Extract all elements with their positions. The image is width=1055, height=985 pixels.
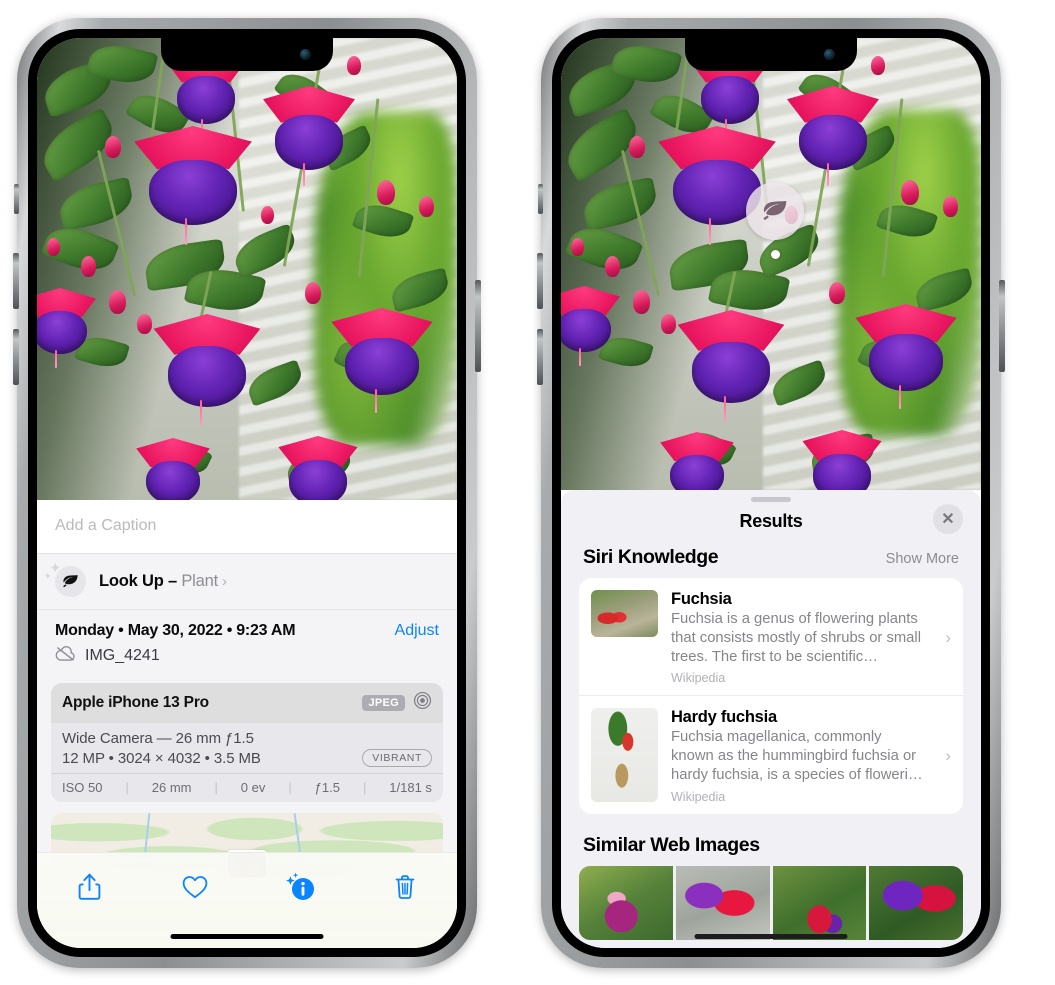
home-indicator[interactable] (170, 934, 324, 939)
similar-image-thumb[interactable] (579, 865, 673, 940)
adjust-button[interactable]: Adjust (395, 622, 439, 640)
camera-header-right: JPEG (362, 691, 432, 715)
results-header: Results ✕ (561, 502, 981, 546)
specs-row: 12 MP • 3024 × 4032 • 3.5 MB VIBRANT (62, 749, 432, 767)
fuchsia-plant (561, 38, 981, 490)
exif-divider: | (288, 780, 292, 795)
info-button[interactable] (272, 867, 328, 907)
knowledge-source: Wikipedia (671, 789, 726, 804)
section-title-similar-web-images: Similar Web Images (583, 833, 760, 856)
delete-button[interactable] (377, 867, 433, 907)
exif-divider: | (214, 780, 218, 795)
exif-shutter: 1/181 s (389, 780, 432, 795)
chevron-right-icon: › (221, 573, 227, 590)
camera-model: Apple iPhone 13 Pro (62, 694, 209, 711)
knowledge-card[interactable]: Hardy fuchsia Fuchsia magellanica, commo… (579, 695, 963, 813)
chevron-right-icon: › (945, 627, 951, 647)
exif-exposure: 0 ev (240, 780, 266, 795)
caption-input[interactable]: Add a Caption (37, 500, 457, 554)
knowledge-text: Hardy fuchsia Fuchsia magellanica, commo… (671, 708, 928, 803)
similar-web-images-grid[interactable] (579, 865, 963, 940)
knowledge-thumbnail (591, 708, 658, 803)
siri-knowledge-header: Siri Knowledge Show More (561, 546, 981, 578)
similar-web-images-header: Similar Web Images (561, 814, 981, 866)
exif-aperture: ƒ1.5 (314, 780, 340, 795)
photo-filename: IMG_4241 (85, 647, 160, 664)
share-button[interactable] (62, 867, 118, 907)
mute-switch[interactable] (14, 184, 19, 214)
front-camera-icon (300, 49, 311, 60)
knowledge-description: Fuchsia magellanica, commonly known as t… (671, 729, 923, 783)
camera-body: Wide Camera — 26 mm ƒ1.5 12 MP • 3024 × … (51, 723, 443, 773)
photo-metadata: Monday • May 30, 2022 • 9:23 AM Adjust I… (37, 610, 457, 677)
similar-image-thumb[interactable] (869, 865, 963, 940)
volume-down-button[interactable] (537, 329, 543, 385)
exif-divider: | (362, 780, 367, 795)
knowledge-title: Fuchsia (671, 590, 732, 608)
knowledge-card[interactable]: Fuchsia Fuchsia is a genus of flowering … (579, 578, 963, 695)
camera-header: Apple iPhone 13 Pro JPEG (51, 683, 443, 723)
visual-lookup-badge[interactable] (746, 182, 804, 240)
knowledge-text: Fuchsia Fuchsia is a genus of flowering … (671, 590, 928, 685)
format-badge: JPEG (362, 695, 405, 711)
iphone-right: Results ✕ Siri Knowledge Show More Fuchs… (537, 18, 1005, 968)
results-sheet: Results ✕ Siri Knowledge Show More Fuchs… (561, 490, 981, 948)
mute-switch[interactable] (538, 184, 543, 214)
phone-bezel-right: Results ✕ Siri Knowledge Show More Fuchs… (552, 29, 990, 957)
screenshot-stage: Add a Caption ✦ ✦ Look Up – Plant › Mond… (0, 0, 1055, 985)
leaf-icon: ✦ ✦ (44, 561, 86, 597)
photo-viewer[interactable] (561, 38, 981, 490)
knowledge-thumbnail (591, 590, 658, 637)
filename-row: IMG_4241 (55, 645, 439, 667)
similar-image-thumb[interactable] (772, 865, 867, 940)
camera-info-card[interactable]: Apple iPhone 13 Pro JPEG Wide Camera — 2… (51, 683, 443, 802)
close-button[interactable]: ✕ (933, 504, 963, 534)
icloud-slash-icon (55, 645, 76, 667)
photo-style-badge: VIBRANT (362, 749, 432, 767)
fuchsia-plant (37, 38, 457, 500)
volume-down-button[interactable] (13, 329, 19, 385)
visual-lookup-anchor-dot (771, 250, 780, 259)
power-button[interactable] (475, 280, 481, 372)
screen-left: Add a Caption ✦ ✦ Look Up – Plant › Mond… (37, 38, 457, 948)
photo-date: Monday • May 30, 2022 • 9:23 AM (55, 622, 296, 639)
home-indicator[interactable] (694, 934, 848, 939)
power-button[interactable] (999, 280, 1005, 372)
sparkle-small-icon: ✦ (44, 571, 52, 581)
screen-right: Results ✕ Siri Knowledge Show More Fuchs… (561, 38, 981, 948)
volume-up-button[interactable] (13, 253, 19, 309)
lens-info: Wide Camera — 26 mm ƒ1.5 (62, 730, 254, 747)
exif-focal: 26 mm (151, 780, 192, 795)
knowledge-source: Wikipedia (671, 671, 726, 686)
volume-up-button[interactable] (537, 253, 543, 309)
similar-image-thumb[interactable] (675, 865, 770, 940)
look-up-label: Look Up – Plant › (99, 572, 227, 591)
phone-bezel-left: Add a Caption ✦ ✦ Look Up – Plant › Mond… (28, 29, 466, 957)
section-title-siri-knowledge: Siri Knowledge (583, 546, 719, 568)
knowledge-title: Hardy fuchsia (671, 708, 777, 727)
siri-knowledge-cards: Fuchsia Fuchsia is a genus of flowering … (579, 578, 963, 814)
front-camera-icon (824, 49, 835, 60)
notch (685, 38, 857, 71)
favorite-button[interactable] (167, 867, 223, 907)
image-specs: 12 MP • 3024 × 4032 • 3.5 MB (62, 749, 261, 767)
look-up-subject: Plant (181, 572, 218, 590)
exif-row: ISO 50 | 26 mm | 0 ev | ƒ1.5 | 1/181 s (51, 773, 443, 802)
knowledge-description: Fuchsia is a genus of flowering plants t… (671, 611, 921, 665)
results-title: Results (739, 511, 803, 531)
exif-divider: | (125, 780, 129, 795)
photo-viewer[interactable] (37, 38, 457, 500)
look-up-row[interactable]: ✦ ✦ Look Up – Plant › (37, 554, 457, 610)
chevron-right-icon: › (945, 746, 951, 766)
aperture-icon (413, 691, 432, 715)
notch (161, 38, 333, 71)
exif-iso: ISO 50 (62, 780, 103, 795)
look-up-title: Look Up – (99, 572, 177, 590)
show-more-button[interactable]: Show More (886, 551, 959, 567)
metadata-top-row: Monday • May 30, 2022 • 9:23 AM Adjust (55, 622, 439, 640)
iphone-left: Add a Caption ✦ ✦ Look Up – Plant › Mond… (13, 18, 481, 968)
